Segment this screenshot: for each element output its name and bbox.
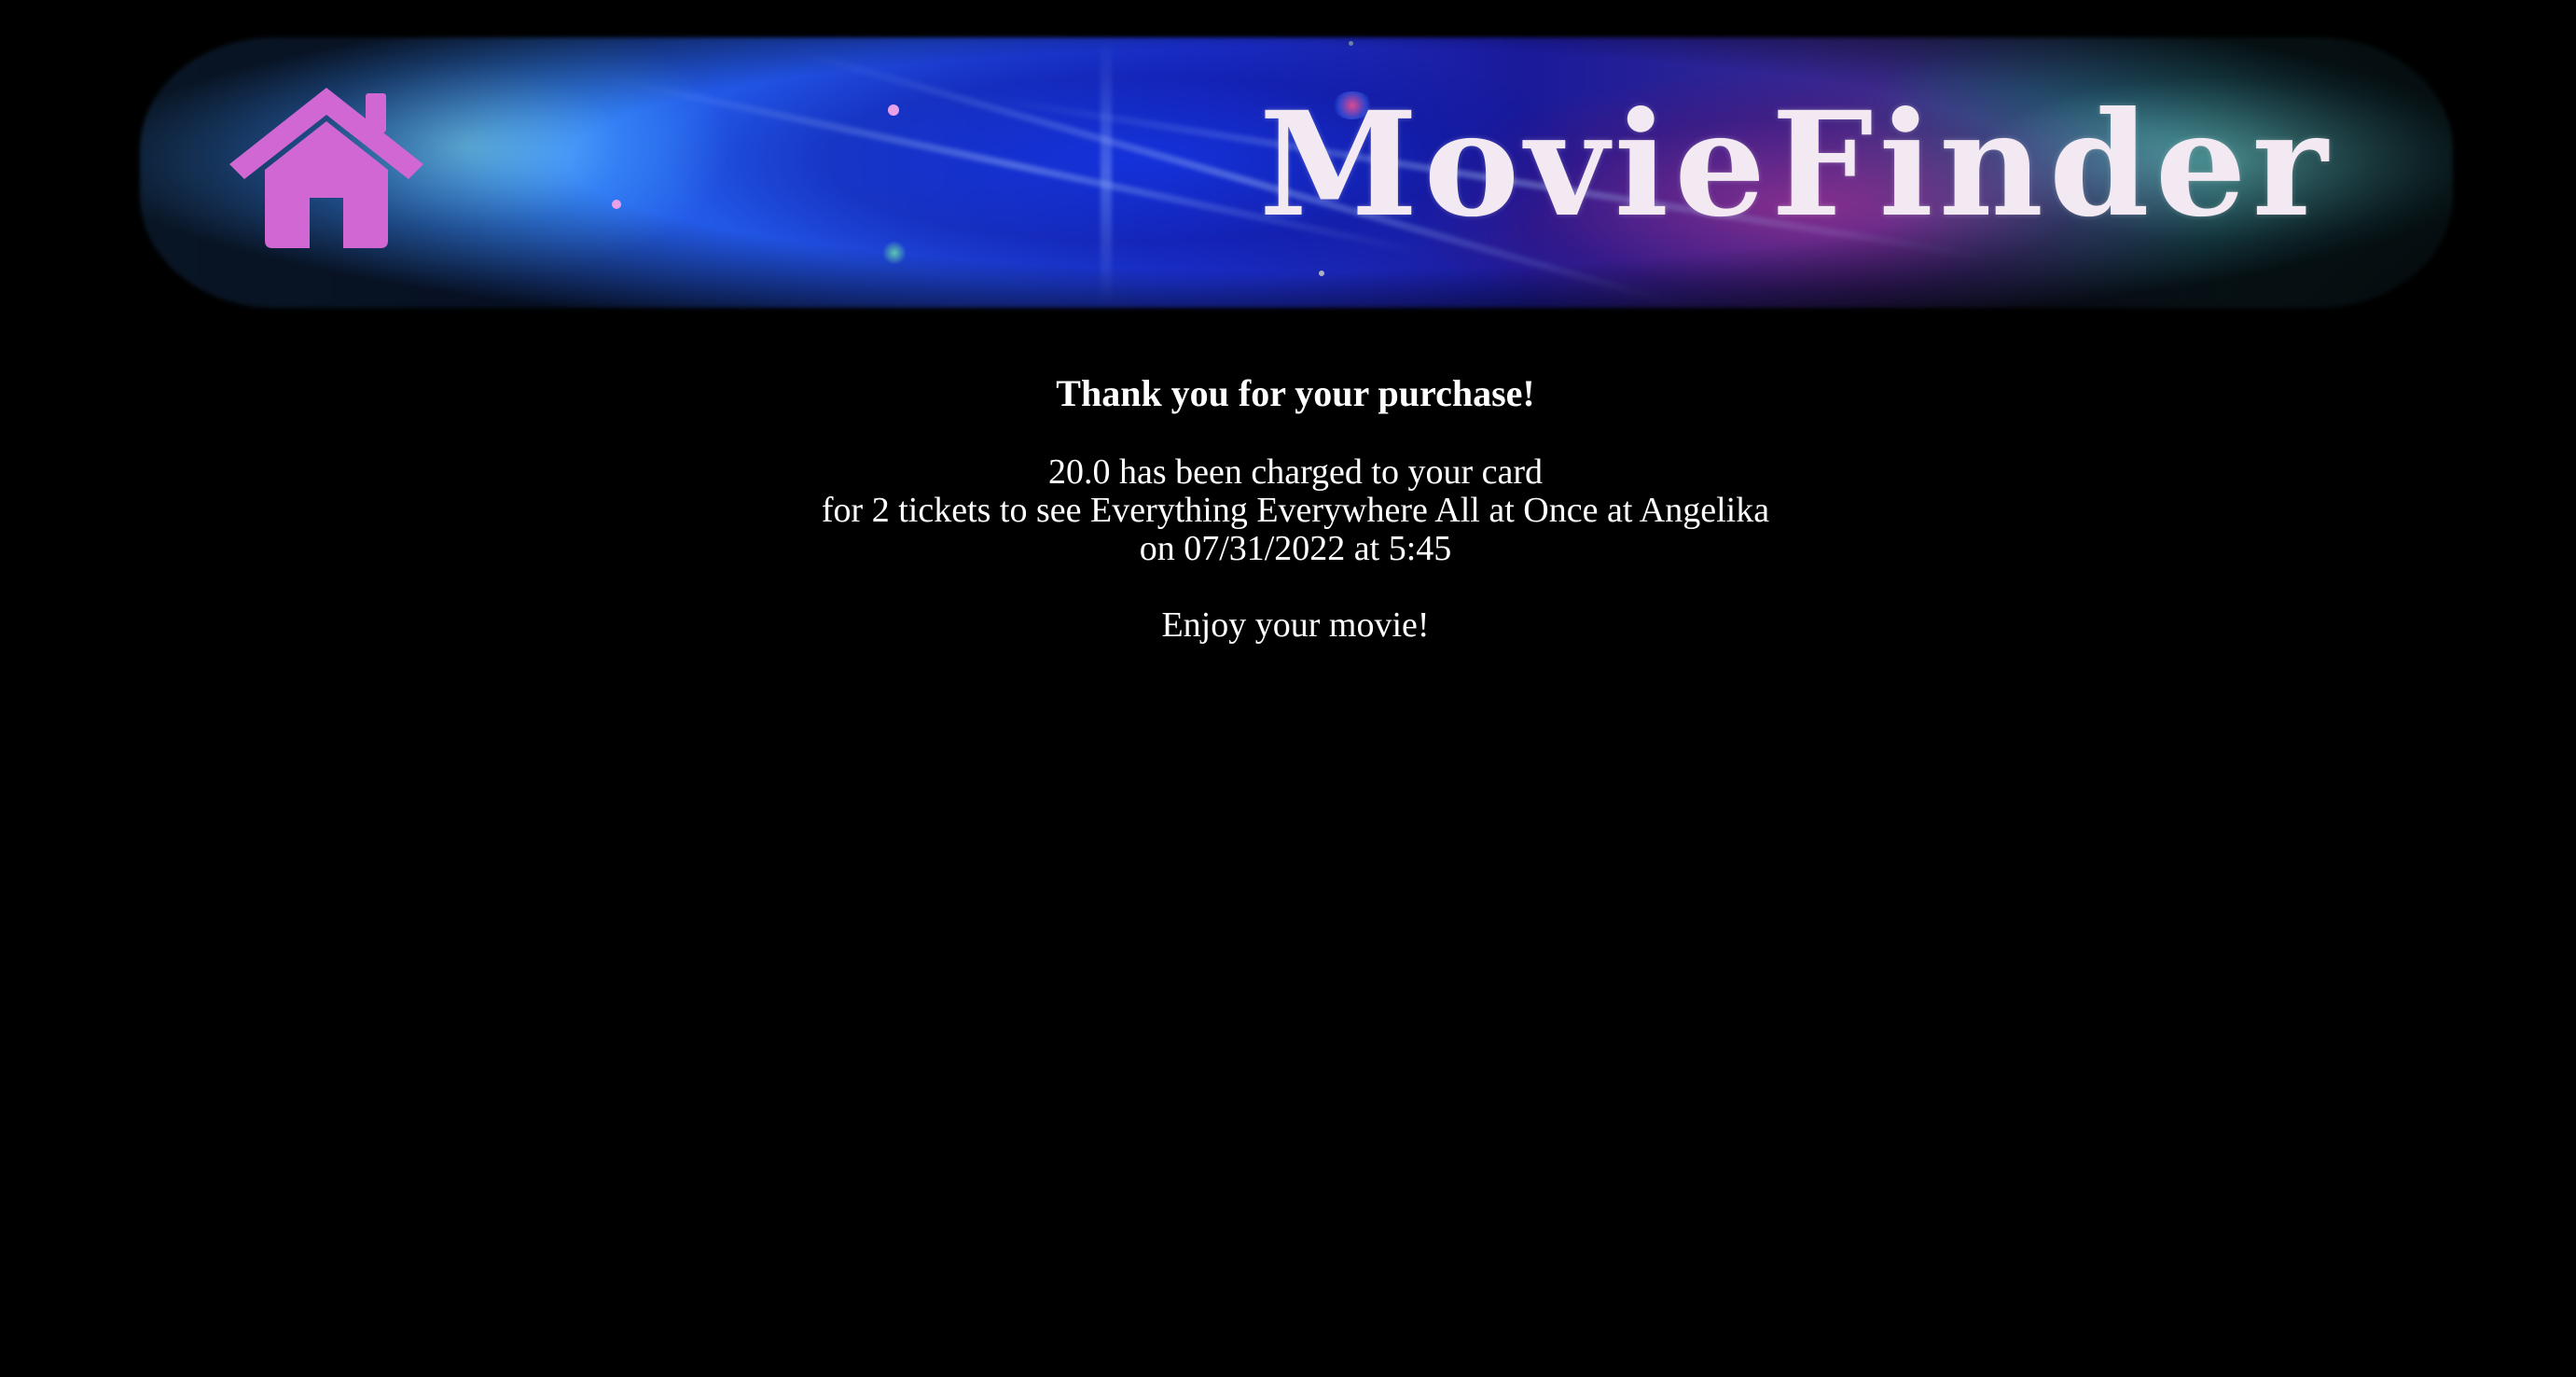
confirmation-heading: Thank you for your purchase!	[1056, 372, 1535, 414]
sparkle	[888, 104, 899, 116]
ticket-details-text: for 2 tickets to see Everything Everywhe…	[821, 491, 1770, 530]
banner-light-streak	[1101, 37, 1112, 308]
purchase-confirmation: Thank you for your purchase! 20.0 has be…	[0, 371, 2576, 645]
site-logo[interactable]: MovieFinder	[1259, 86, 2334, 244]
closing-message: Enjoy your movie!	[1161, 605, 1430, 645]
home-icon	[229, 88, 423, 248]
showtime-text: on 07/31/2022 at 5:45	[1139, 529, 1452, 568]
charge-amount-text: 20.0 has been charged to your card	[1047, 452, 1544, 492]
home-button[interactable]	[224, 84, 429, 252]
sparkle	[882, 241, 907, 265]
sparkle	[1349, 41, 1353, 46]
sparkle	[1319, 271, 1324, 276]
sparkle	[612, 200, 621, 209]
